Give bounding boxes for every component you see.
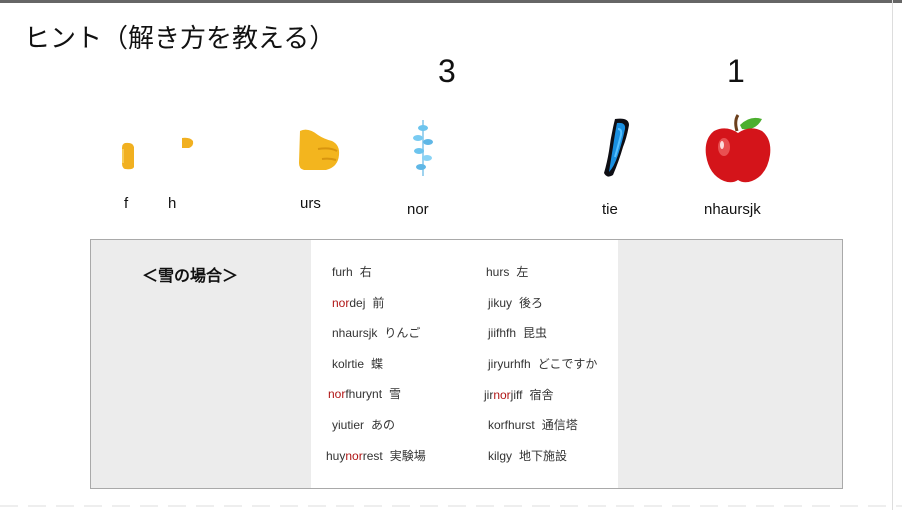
vocab-item: jirnorjiff 宿舎 (484, 388, 554, 402)
vocab-item: korfhurst 通信塔 (488, 418, 578, 432)
top-border (0, 0, 902, 3)
snowflake-icon (413, 120, 433, 176)
right-border (892, 0, 893, 510)
vocab-item: jiryurhfh どこですか (488, 357, 598, 371)
vocab-item: yiutier あの (332, 418, 396, 432)
butterfly-icon (604, 118, 629, 177)
apple-icon (705, 114, 771, 183)
vocab-item: jiifhfh 昆虫 (488, 326, 548, 340)
vocab-item: kilgy 地下施設 (488, 449, 568, 463)
bottom-dashed-border (0, 505, 902, 507)
picture-label: nhaursjk (704, 201, 761, 218)
vocab-item: jikuy 後ろ (488, 296, 544, 310)
vocab-item: nhaursjk りんご (332, 326, 421, 340)
fragment-icon (182, 137, 194, 148)
vocab-item: nordej 前 (332, 296, 385, 310)
vocab-item: hurs 左 (486, 265, 529, 279)
vocab-item: huynorrest 実験場 (326, 449, 426, 463)
picture-label: nor (407, 201, 429, 218)
vocab-item: norfhurynt 雪 (328, 387, 402, 401)
page-title: ヒント（解き方を教える） (24, 24, 336, 54)
picture-label: urs (300, 195, 321, 212)
vocab-item: furh 右 (332, 265, 372, 279)
picture-label: f (124, 195, 129, 212)
picture-label: tie (602, 201, 618, 218)
panel-title: ＜雪の場合＞ (142, 266, 239, 285)
vocab-item: kolrtie 蝶 (332, 357, 384, 371)
count-snowflake: 3 (438, 53, 456, 89)
count-apple: 1 (727, 53, 745, 89)
picture-label: h (168, 195, 177, 212)
hand-icon (299, 129, 340, 170)
fragment-icon (122, 142, 134, 170)
